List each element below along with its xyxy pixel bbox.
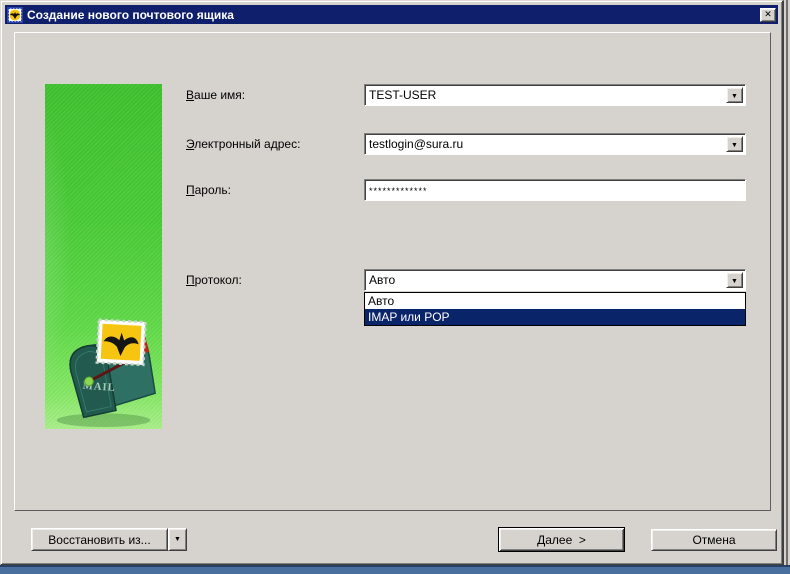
restore-dropdown-button[interactable]: ▼	[168, 528, 187, 551]
protocol-combobox[interactable]: Авто ▼	[364, 269, 746, 291]
name-value: TEST-USER	[369, 88, 721, 103]
protocol-dropdown-list: Авто IMAP или POP	[364, 292, 746, 326]
password-field[interactable]	[364, 179, 746, 201]
next-button[interactable]: Далее >	[498, 527, 625, 552]
chevron-down-icon: ▼	[174, 536, 181, 543]
chevron-down-icon: ▼	[731, 142, 738, 149]
password-label: Пароль:	[186, 183, 231, 197]
name-label: Ваше имя:	[186, 88, 245, 102]
chevron-down-icon: ▼	[731, 93, 738, 100]
protocol-label: Протокол:	[186, 273, 242, 287]
illustration-panel: MAIL	[45, 84, 162, 429]
name-dropdown-button[interactable]: ▼	[726, 87, 743, 103]
background-window-edge	[786, 0, 788, 565]
cancel-button[interactable]: Отмена	[651, 529, 777, 551]
protocol-dropdown-button[interactable]: ▼	[726, 272, 743, 288]
app-icon	[7, 7, 23, 23]
taskbar-edge	[0, 565, 790, 574]
protocol-value: Авто	[369, 273, 721, 288]
dropdown-option-auto[interactable]: Авто	[365, 293, 745, 309]
window-title: Создание нового почтового ящика	[27, 8, 760, 22]
dropdown-option-imap-pop[interactable]: IMAP или POP	[365, 309, 745, 325]
close-icon: ✕	[764, 10, 772, 19]
email-value: testlogin@sura.ru	[369, 137, 721, 152]
chevron-down-icon: ▼	[731, 278, 738, 285]
mailbox-illustration: MAIL	[46, 317, 161, 429]
title-bar: Создание нового почтового ящика ✕	[5, 5, 778, 24]
dialog-window: Создание нового почтового ящика ✕ MAIL	[0, 0, 784, 566]
email-label: Электронный адрес:	[186, 137, 300, 151]
restore-from-button[interactable]: Восстановить из...	[31, 528, 168, 551]
email-combobox[interactable]: testlogin@sura.ru ▼	[364, 133, 746, 155]
email-dropdown-button[interactable]: ▼	[726, 136, 743, 152]
close-button[interactable]: ✕	[760, 8, 776, 22]
name-combobox[interactable]: TEST-USER ▼	[364, 84, 746, 106]
